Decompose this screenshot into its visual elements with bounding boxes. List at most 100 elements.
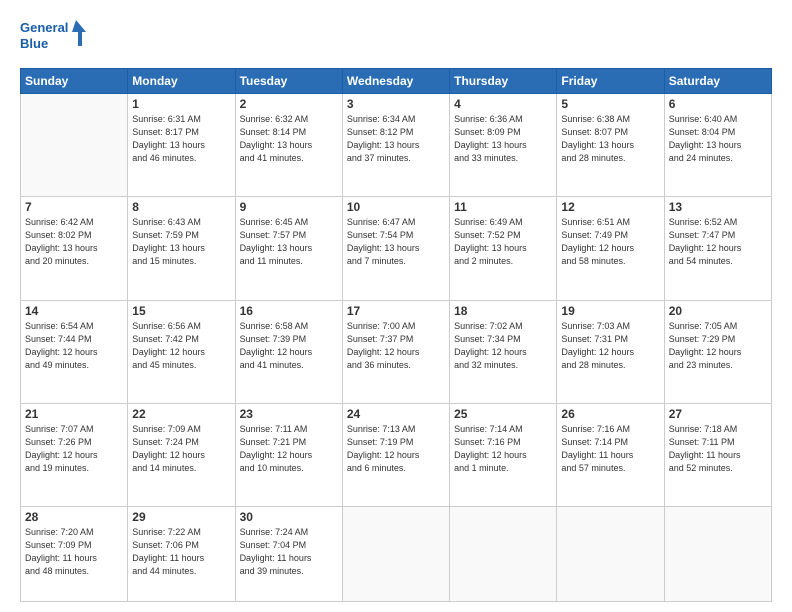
- day-info: Sunrise: 6:36 AMSunset: 8:09 PMDaylight:…: [454, 113, 552, 165]
- calendar-cell: 10 Sunrise: 6:47 AMSunset: 7:54 PMDayligh…: [342, 197, 449, 300]
- weekday-monday: Monday: [128, 69, 235, 94]
- calendar-cell: [557, 507, 664, 602]
- day-number: 11: [454, 200, 552, 214]
- calendar-cell: [342, 507, 449, 602]
- day-info: Sunrise: 6:42 AMSunset: 8:02 PMDaylight:…: [25, 216, 123, 268]
- day-number: 22: [132, 407, 230, 421]
- calendar-cell: 20Sunrise: 7:05 AMSunset: 7:29 PMDayligh…: [664, 300, 771, 403]
- day-info: Sunrise: 6:58 AMSunset: 7:39 PMDaylight:…: [240, 320, 338, 372]
- calendar-cell: 7 Sunrise: 6:42 AMSunset: 8:02 PMDaylight…: [21, 197, 128, 300]
- day-number: 5: [561, 97, 659, 111]
- header: General Blue: [20, 16, 772, 58]
- day-number: 7: [25, 200, 123, 214]
- week-row-3: 21Sunrise: 7:07 AMSunset: 7:26 PMDayligh…: [21, 403, 772, 506]
- calendar-cell: 29 Sunrise: 7:22 AMSunset: 7:06 PMDayligh…: [128, 507, 235, 602]
- day-number: 29: [132, 510, 230, 524]
- logo: General Blue: [20, 16, 90, 58]
- day-info: Sunrise: 7:20 AMSunset: 7:09 PMDaylight:…: [25, 526, 123, 578]
- day-number: 20: [669, 304, 767, 318]
- weekday-saturday: Saturday: [664, 69, 771, 94]
- calendar-cell: [664, 507, 771, 602]
- calendar-cell: 1Sunrise: 6:31 AMSunset: 8:17 PMDaylight…: [128, 94, 235, 197]
- day-info: Sunrise: 7:00 AMSunset: 7:37 PMDaylight:…: [347, 320, 445, 372]
- calendar-cell: 12 Sunrise: 6:51 AMSunset: 7:49 PMDayligh…: [557, 197, 664, 300]
- calendar-cell: 3Sunrise: 6:34 AMSunset: 8:12 PMDaylight…: [342, 94, 449, 197]
- day-info: Sunrise: 6:51 AMSunset: 7:49 PMDaylight:…: [561, 216, 659, 268]
- day-info: Sunrise: 7:02 AMSunset: 7:34 PMDaylight:…: [454, 320, 552, 372]
- day-number: 14: [25, 304, 123, 318]
- weekday-header-row: SundayMondayTuesdayWednesdayThursdayFrid…: [21, 69, 772, 94]
- day-number: 8: [132, 200, 230, 214]
- day-info: Sunrise: 7:24 AMSunset: 7:04 PMDaylight:…: [240, 526, 338, 578]
- day-info: Sunrise: 6:38 AMSunset: 8:07 PMDaylight:…: [561, 113, 659, 165]
- calendar-cell: 17 Sunrise: 7:00 AMSunset: 7:37 PMDayligh…: [342, 300, 449, 403]
- general-blue-logo: General Blue: [20, 16, 90, 58]
- day-number: 26: [561, 407, 659, 421]
- day-info: Sunrise: 6:34 AMSunset: 8:12 PMDaylight:…: [347, 113, 445, 165]
- day-info: Sunrise: 6:47 AMSunset: 7:54 PMDaylight:…: [347, 216, 445, 268]
- day-number: 16: [240, 304, 338, 318]
- svg-text:Blue: Blue: [20, 36, 48, 51]
- day-info: Sunrise: 7:09 AMSunset: 7:24 PMDaylight:…: [132, 423, 230, 475]
- day-info: Sunrise: 6:45 AMSunset: 7:57 PMDaylight:…: [240, 216, 338, 268]
- calendar-cell: 19Sunrise: 7:03 AMSunset: 7:31 PMDayligh…: [557, 300, 664, 403]
- calendar-cell: 30Sunrise: 7:24 AMSunset: 7:04 PMDayligh…: [235, 507, 342, 602]
- day-info: Sunrise: 7:11 AMSunset: 7:21 PMDaylight:…: [240, 423, 338, 475]
- day-info: Sunrise: 6:40 AMSunset: 8:04 PMDaylight:…: [669, 113, 767, 165]
- day-number: 4: [454, 97, 552, 111]
- calendar-cell: 2 Sunrise: 6:32 AMSunset: 8:14 PMDaylight…: [235, 94, 342, 197]
- week-row-2: 14 Sunrise: 6:54 AMSunset: 7:44 PMDayligh…: [21, 300, 772, 403]
- day-number: 27: [669, 407, 767, 421]
- day-number: 13: [669, 200, 767, 214]
- calendar-cell: [21, 94, 128, 197]
- calendar-cell: 27 Sunrise: 7:18 AMSunset: 7:11 PMDayligh…: [664, 403, 771, 506]
- day-number: 12: [561, 200, 659, 214]
- day-info: Sunrise: 6:54 AMSunset: 7:44 PMDaylight:…: [25, 320, 123, 372]
- calendar-cell: [450, 507, 557, 602]
- day-info: Sunrise: 6:43 AMSunset: 7:59 PMDaylight:…: [132, 216, 230, 268]
- weekday-sunday: Sunday: [21, 69, 128, 94]
- calendar-cell: 28Sunrise: 7:20 AMSunset: 7:09 PMDayligh…: [21, 507, 128, 602]
- day-number: 15: [132, 304, 230, 318]
- calendar-cell: 5 Sunrise: 6:38 AMSunset: 8:07 PMDaylight…: [557, 94, 664, 197]
- calendar-cell: 24Sunrise: 7:13 AMSunset: 7:19 PMDayligh…: [342, 403, 449, 506]
- day-info: Sunrise: 7:16 AMSunset: 7:14 PMDaylight:…: [561, 423, 659, 475]
- calendar-cell: 18 Sunrise: 7:02 AMSunset: 7:34 PMDayligh…: [450, 300, 557, 403]
- calendar-cell: 15 Sunrise: 6:56 AMSunset: 7:42 PMDayligh…: [128, 300, 235, 403]
- day-number: 21: [25, 407, 123, 421]
- calendar-cell: 11 Sunrise: 6:49 AMSunset: 7:52 PMDayligh…: [450, 197, 557, 300]
- week-row-1: 7 Sunrise: 6:42 AMSunset: 8:02 PMDaylight…: [21, 197, 772, 300]
- calendar-cell: 13 Sunrise: 6:52 AMSunset: 7:47 PMDayligh…: [664, 197, 771, 300]
- svg-text:General: General: [20, 20, 68, 35]
- calendar-cell: 6 Sunrise: 6:40 AMSunset: 8:04 PMDaylight…: [664, 94, 771, 197]
- day-info: Sunrise: 6:56 AMSunset: 7:42 PMDaylight:…: [132, 320, 230, 372]
- calendar-cell: 22 Sunrise: 7:09 AMSunset: 7:24 PMDayligh…: [128, 403, 235, 506]
- day-info: Sunrise: 7:18 AMSunset: 7:11 PMDaylight:…: [669, 423, 767, 475]
- weekday-wednesday: Wednesday: [342, 69, 449, 94]
- day-number: 10: [347, 200, 445, 214]
- calendar-cell: 21Sunrise: 7:07 AMSunset: 7:26 PMDayligh…: [21, 403, 128, 506]
- day-number: 18: [454, 304, 552, 318]
- calendar-cell: 26 Sunrise: 7:16 AMSunset: 7:14 PMDayligh…: [557, 403, 664, 506]
- day-number: 19: [561, 304, 659, 318]
- calendar-cell: 8 Sunrise: 6:43 AMSunset: 7:59 PMDaylight…: [128, 197, 235, 300]
- day-number: 23: [240, 407, 338, 421]
- day-info: Sunrise: 6:32 AMSunset: 8:14 PMDaylight:…: [240, 113, 338, 165]
- day-info: Sunrise: 7:14 AMSunset: 7:16 PMDaylight:…: [454, 423, 552, 475]
- calendar-cell: 14 Sunrise: 6:54 AMSunset: 7:44 PMDayligh…: [21, 300, 128, 403]
- day-number: 9: [240, 200, 338, 214]
- day-info: Sunrise: 6:49 AMSunset: 7:52 PMDaylight:…: [454, 216, 552, 268]
- day-number: 17: [347, 304, 445, 318]
- day-info: Sunrise: 6:52 AMSunset: 7:47 PMDaylight:…: [669, 216, 767, 268]
- week-row-4: 28Sunrise: 7:20 AMSunset: 7:09 PMDayligh…: [21, 507, 772, 602]
- day-info: Sunrise: 7:22 AMSunset: 7:06 PMDaylight:…: [132, 526, 230, 578]
- page: General Blue SundayMondayTuesdayWednesda…: [0, 0, 792, 612]
- day-number: 2: [240, 97, 338, 111]
- calendar-cell: 23 Sunrise: 7:11 AMSunset: 7:21 PMDayligh…: [235, 403, 342, 506]
- weekday-thursday: Thursday: [450, 69, 557, 94]
- day-number: 6: [669, 97, 767, 111]
- calendar-cell: 25 Sunrise: 7:14 AMSunset: 7:16 PMDayligh…: [450, 403, 557, 506]
- calendar-cell: 16 Sunrise: 6:58 AMSunset: 7:39 PMDayligh…: [235, 300, 342, 403]
- day-info: Sunrise: 6:31 AMSunset: 8:17 PMDaylight:…: [132, 113, 230, 165]
- day-number: 25: [454, 407, 552, 421]
